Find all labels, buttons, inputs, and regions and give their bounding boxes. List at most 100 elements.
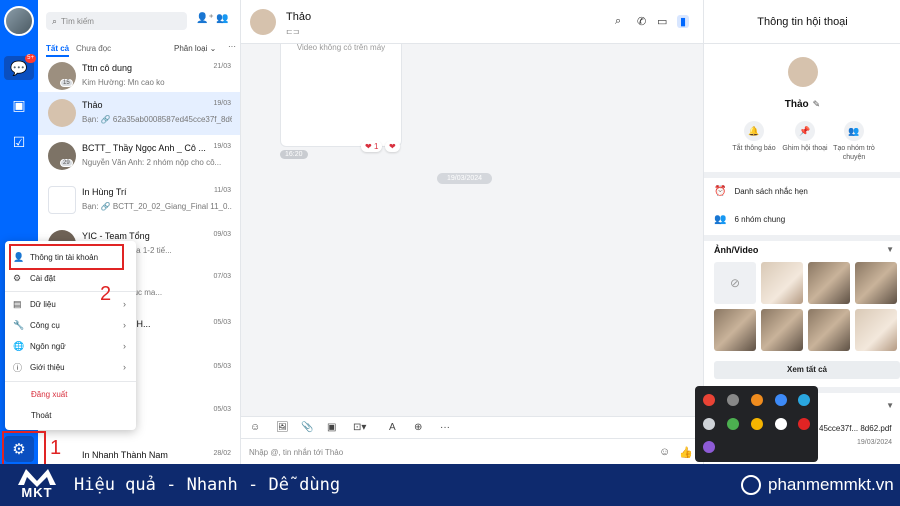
date-separator: 19/03/2024: [437, 173, 493, 184]
bell-icon: 🔔: [744, 121, 764, 141]
messages-nav-button[interactable]: 💬 5+: [4, 54, 36, 80]
reminder-list-row[interactable]: ⏰ Danh sách nhắc hẹn: [714, 186, 808, 197]
text-format-icon[interactable]: A: [389, 422, 396, 433]
video-call-icon[interactable]: ▭: [657, 15, 667, 28]
logo-mark: [18, 469, 56, 487]
tray-app-icon[interactable]: [775, 418, 787, 430]
media-thumb[interactable]: [761, 262, 803, 304]
media-thumb[interactable]: [855, 262, 897, 304]
conversation-time: 05/03: [213, 319, 231, 326]
classify-dropdown[interactable]: Phân loại ⌄: [174, 44, 216, 53]
reaction-heart[interactable]: ❤ 1: [361, 141, 383, 152]
menu-item-about[interactable]: ⓘ Giới thiệu ›: [5, 357, 136, 377]
image-off-icon: ⊘: [729, 276, 741, 290]
search-input[interactable]: ⌕ Tìm kiếm: [46, 12, 187, 30]
tray-app-icon[interactable]: [703, 418, 715, 430]
conversation-time: 19/03: [213, 143, 231, 150]
add-friend-icon[interactable]: 👤⁺: [196, 13, 214, 24]
search-placeholder: Tìm kiếm: [61, 16, 94, 26]
group-icon: 👥: [714, 214, 727, 225]
user-avatar[interactable]: [4, 6, 34, 36]
conversation-name: YIC - Team Tổng: [82, 231, 150, 241]
mkt-logo: MKT: [14, 467, 60, 503]
menu-item-quit[interactable]: Thoát: [5, 405, 136, 425]
tray-app-icon[interactable]: [703, 441, 715, 453]
video-message[interactable]: Video không có trên máy: [280, 30, 402, 147]
pin-conversation-button[interactable]: 📌 Ghim hội thoại: [781, 121, 829, 153]
tab-unread[interactable]: Chưa đọc: [76, 44, 111, 53]
chevron-right-icon: ›: [123, 362, 126, 372]
brand-name: MKT: [21, 485, 53, 500]
unread-badge: 5+: [25, 54, 36, 63]
message-input[interactable]: Nhập @, tin nhắn tới Thảo ☺ 👍: [241, 438, 703, 464]
see-all-button[interactable]: Xem tất cả: [714, 361, 900, 379]
media-thumb[interactable]: [761, 309, 803, 351]
file-name[interactable]: 45cce37f... 8d62.pdf: [819, 424, 892, 433]
quick-message-icon[interactable]: ⊕: [414, 422, 422, 433]
conversation-item-selected[interactable]: Thảo 19/03 Bạn: 🔗 62a35ab0008587ed45cce3…: [38, 92, 240, 135]
slogan: Hiệu quả - Nhanh - Dễ dùng: [74, 475, 341, 495]
chat-area: Video không có trên máy 16:20 ❤ 1 ❤ 19/0…: [241, 0, 703, 464]
conversation-name: BCTT_ Thầy Ngọc Anh _ Cô ...: [82, 143, 206, 153]
image-icon[interactable]: 🖼: [276, 422, 289, 433]
conversation-name: In Nhanh Thành Nam: [82, 450, 168, 460]
menu-item-language[interactable]: 🌐 Ngôn ngữ ›: [5, 336, 136, 356]
mute-notifications-button[interactable]: 🔔 Tắt thông báo: [730, 121, 778, 153]
menu-label: Dữ liệu: [30, 299, 56, 309]
conversation-time: 11/03: [214, 187, 231, 194]
chevron-right-icon: ›: [123, 341, 126, 351]
add-reaction-button[interactable]: ❤: [385, 141, 400, 152]
create-group-icon[interactable]: 👥: [216, 13, 228, 24]
tray-app-icon[interactable]: [798, 418, 810, 430]
media-thumb[interactable]: [808, 262, 850, 304]
menu-item-settings[interactable]: ⚙ Cài đặt: [5, 268, 136, 288]
panel-title: Thông tin hội thoại: [704, 0, 900, 44]
create-group-button[interactable]: 👥 Tạo nhóm trò chuyện: [830, 121, 878, 162]
edit-pencil-icon[interactable]: ✎: [813, 99, 821, 109]
menu-item-data[interactable]: ▤ Dữ liệu ›: [5, 294, 136, 314]
contact-card-icon[interactable]: ▣: [327, 422, 336, 433]
highlight-settings-button: [2, 431, 46, 464]
phone-icon[interactable]: ✆: [637, 15, 646, 28]
todo-nav-button[interactable]: ☑: [7, 130, 31, 154]
thumbs-up-icon[interactable]: 👍: [679, 446, 693, 459]
conversation-item[interactable]: 29 BCTT_ Thầy Ngọc Anh _ Cô ... 19/03 Ng…: [38, 135, 240, 178]
tray-app-icon[interactable]: [798, 394, 810, 406]
caret-down-icon[interactable]: ▼: [886, 401, 894, 410]
emoji-icon[interactable]: ☺: [659, 446, 670, 458]
tray-app-icon[interactable]: [751, 394, 763, 406]
conversation-time: 09/03: [213, 231, 231, 238]
media-thumb[interactable]: [808, 309, 850, 351]
attachment-icon[interactable]: 📎: [301, 422, 313, 433]
tab-all[interactable]: Tất cả: [46, 44, 70, 57]
tray-app-icon[interactable]: [727, 418, 739, 430]
more-options-icon[interactable]: ···: [228, 42, 236, 51]
more-icon[interactable]: ···: [440, 422, 450, 433]
common-groups-row[interactable]: 👥 6 nhóm chung: [714, 214, 785, 225]
media-thumb-unavailable[interactable]: ⊘: [714, 262, 756, 304]
zalo-app: 💬 5+ ▣ ☑ ⚙ ⌕ Tìm kiếm 👤⁺ 👥 Tất cả Chưa đ…: [0, 0, 900, 464]
tray-app-icon[interactable]: [775, 394, 787, 406]
media-thumb[interactable]: [714, 309, 756, 351]
media-thumb[interactable]: [855, 309, 897, 351]
menu-label: Cài đặt: [30, 273, 56, 283]
contacts-nav-button[interactable]: ▣: [7, 93, 31, 117]
conversation-item[interactable]: In Hùng Trí 11/03 Bạn: 🔗 BCTT_20_02_Gian…: [38, 179, 240, 222]
contact-avatar[interactable]: [250, 9, 276, 35]
tray-app-icon[interactable]: [751, 418, 763, 430]
tray-app-icon[interactable]: [727, 394, 739, 406]
composer-toolbar: ☺ 🖼 📎 ▣ ⊡▾ A ⊕ ···: [241, 416, 703, 438]
conversation-item[interactable]: In Nhanh Thành Nam 28/02: [38, 442, 240, 464]
tray-app-icon[interactable]: [703, 394, 715, 406]
sticker-icon[interactable]: ☺: [250, 422, 260, 433]
menu-label: Giới thiệu: [30, 362, 65, 372]
info-icon: ⓘ: [13, 362, 23, 373]
search-icon[interactable]: ⌕: [615, 15, 621, 28]
caret-down-icon[interactable]: ▼: [886, 245, 894, 254]
info-panel-toggle-icon[interactable]: ▮: [677, 15, 690, 28]
contact-profile-avatar[interactable]: [788, 57, 818, 87]
screenshot-icon[interactable]: ⊡▾: [353, 422, 366, 433]
tag-icon[interactable]: ⊏⊐: [286, 27, 299, 36]
menu-item-logout[interactable]: Đăng xuất: [5, 384, 136, 404]
menu-item-tools[interactable]: 🔧 Công cụ ›: [5, 315, 136, 335]
